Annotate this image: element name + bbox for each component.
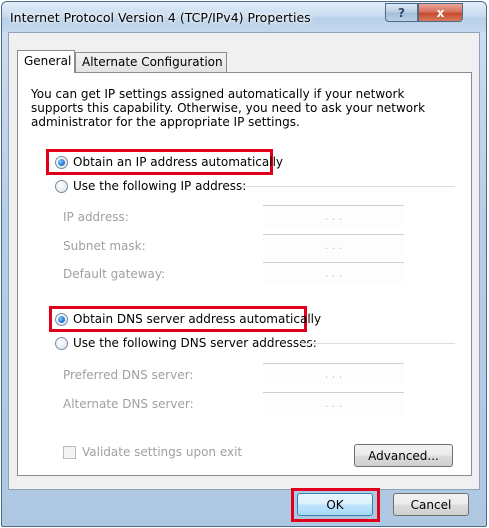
default-gateway-label: Default gateway: xyxy=(63,267,166,281)
close-button[interactable]: x xyxy=(418,3,463,22)
dns-auto-radio-option[interactable]: Obtain DNS server address automatically xyxy=(55,310,321,328)
validate-settings-option[interactable]: Validate settings upon exit xyxy=(63,444,242,460)
ip-manual-label: Use the following IP address: xyxy=(73,179,247,193)
tab-alternate-configuration-label: Alternate Configuration xyxy=(82,55,223,69)
title-bar[interactable]: Internet Protocol Version 4 (TCP/IPv4) P… xyxy=(2,2,486,32)
default-gateway-field[interactable]: . . . xyxy=(263,262,404,284)
ip-auto-label: Obtain an IP address automatically xyxy=(73,155,284,169)
tab-alternate-configuration[interactable]: Alternate Configuration xyxy=(75,52,227,72)
help-icon: ? xyxy=(398,5,405,20)
cancel-button[interactable]: Cancel xyxy=(393,493,469,516)
subnet-mask-field[interactable]: . . . xyxy=(263,234,404,256)
alternate-dns-field[interactable]: . . . xyxy=(263,392,404,414)
tab-general[interactable]: General xyxy=(17,50,75,73)
dns-group-divider xyxy=(300,343,455,344)
radio-selected-icon[interactable] xyxy=(55,312,68,326)
ip-manual-radio-option[interactable]: Use the following IP address: xyxy=(55,177,246,195)
ip-auto-radio-option[interactable]: Obtain an IP address automatically xyxy=(55,153,283,171)
dns-manual-label: Use the following DNS server addresses: xyxy=(73,336,317,350)
ok-button[interactable]: OK xyxy=(297,493,373,516)
subnet-mask-label: Subnet mask: xyxy=(63,239,146,253)
intro-text: You can get IP settings assigned automat… xyxy=(31,87,426,129)
dns-manual-radio-option[interactable]: Use the following DNS server addresses: xyxy=(55,334,317,352)
alternate-dns-label: Alternate DNS server: xyxy=(63,397,194,411)
preferred-dns-label: Preferred DNS server: xyxy=(63,368,194,382)
checkbox-icon[interactable] xyxy=(63,445,76,459)
preferred-dns-field[interactable]: . . . xyxy=(263,363,404,385)
close-icon: x xyxy=(436,5,445,20)
radio-empty-icon[interactable] xyxy=(55,179,68,193)
ip-group-divider xyxy=(240,186,455,187)
ip-address-field[interactable]: . . . xyxy=(263,205,404,227)
validate-settings-label: Validate settings upon exit xyxy=(82,445,243,459)
dns-auto-label: Obtain DNS server address automatically xyxy=(73,312,322,326)
tab-general-label: General xyxy=(24,54,72,68)
help-button[interactable]: ? xyxy=(385,3,418,22)
window-title: Internet Protocol Version 4 (TCP/IPv4) P… xyxy=(10,10,311,25)
advanced-button[interactable]: Advanced... xyxy=(354,444,453,467)
radio-empty-icon[interactable] xyxy=(55,336,68,350)
radio-selected-icon[interactable] xyxy=(55,155,68,169)
ip-address-label: IP address: xyxy=(63,210,129,224)
